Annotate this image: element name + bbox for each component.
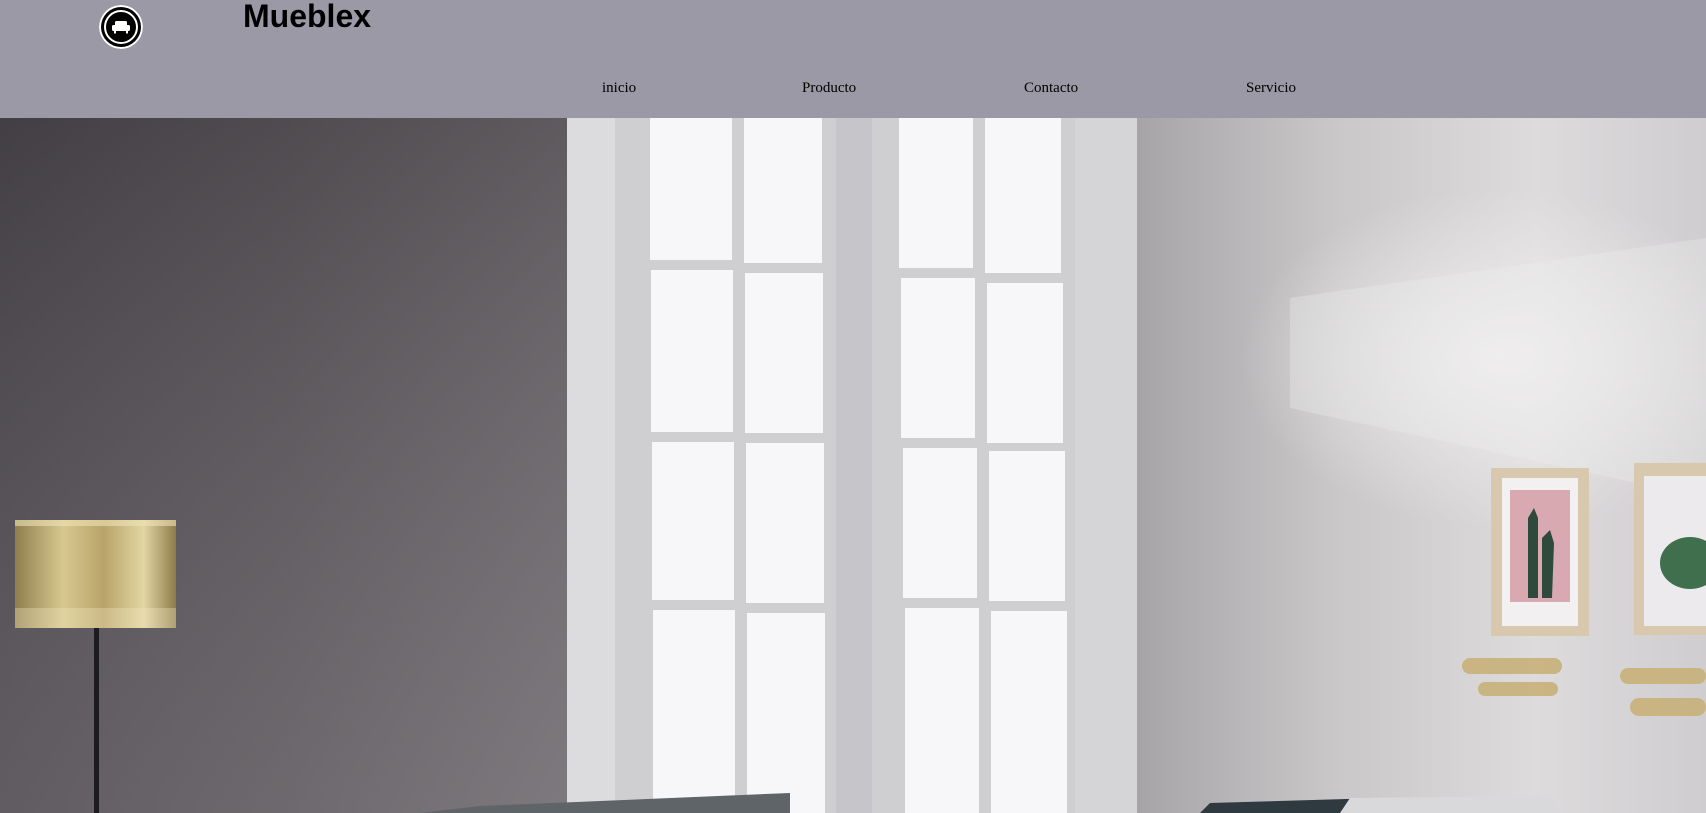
brand-name: Mueblex (243, 0, 372, 34)
nav-link-inicio[interactable]: inicio (602, 78, 636, 98)
nav-link-contacto[interactable]: Contacto (1024, 78, 1078, 98)
living-room-scene (0, 118, 1706, 813)
hero-image (0, 118, 1706, 813)
site-logo[interactable] (99, 5, 143, 49)
site-header: Mueblex inicio Producto Contacto Servici… (0, 0, 1706, 118)
nav-link-producto[interactable]: Producto (802, 78, 856, 98)
sofa-icon (104, 10, 138, 44)
main-nav: inicio Producto Contacto Servicio (0, 78, 1706, 100)
nav-link-servicio[interactable]: Servicio (1246, 78, 1296, 98)
